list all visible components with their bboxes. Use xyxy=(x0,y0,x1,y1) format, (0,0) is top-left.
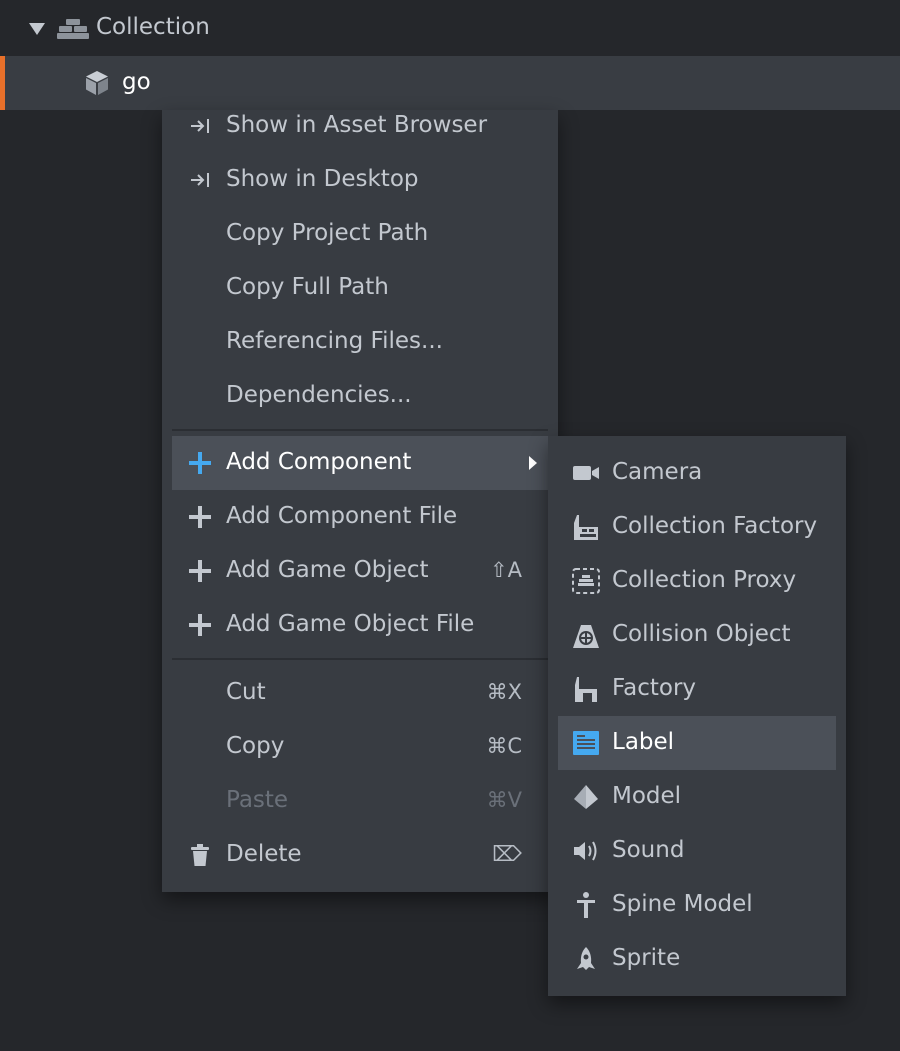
menu-item-label: Delete xyxy=(226,841,302,867)
submenu-item-label: Model xyxy=(612,783,682,809)
submenu-item-spine-model[interactable]: Spine Model xyxy=(558,878,836,932)
menu-item-label: Copy Full Path xyxy=(226,274,389,300)
shortcut-label: ⇧A xyxy=(490,558,522,582)
shortcut-label: ⌘X xyxy=(486,680,522,704)
menu-item-label: Add Game Object xyxy=(226,557,429,583)
submenu-item-factory[interactable]: Factory xyxy=(558,662,836,716)
factory-icon xyxy=(575,677,597,702)
submenu-item-label: Label xyxy=(612,729,675,755)
show-in-icon xyxy=(191,119,209,133)
menu-item-label: Copy xyxy=(226,733,285,759)
submenu-item-label-component[interactable]: Label xyxy=(558,716,836,770)
tree-item-label: go xyxy=(122,69,151,95)
show-in-icon xyxy=(191,173,209,187)
submenu-arrow-icon xyxy=(529,456,537,470)
submenu-item-collection-factory[interactable]: Collection Factory xyxy=(558,500,836,554)
menu-item-label: Add Component xyxy=(226,449,412,475)
menu-item-show-in-desktop[interactable]: Show in Desktop xyxy=(172,153,548,207)
menu-item-label: Cut xyxy=(226,679,266,705)
selection-accent xyxy=(0,56,5,110)
menu-item-label: Add Game Object File xyxy=(226,611,475,637)
submenu-item-collection-proxy[interactable]: Collection Proxy xyxy=(558,554,836,608)
submenu-item-sound[interactable]: Sound xyxy=(558,824,836,878)
add-component-submenu: Camera Collection Factory Collection Pro… xyxy=(548,436,846,996)
sound-icon xyxy=(574,841,597,861)
submenu-item-camera[interactable]: Camera xyxy=(558,446,836,500)
submenu-item-label: Sound xyxy=(612,837,685,863)
sprite-icon xyxy=(577,947,595,970)
menu-item-cut[interactable]: Cut ⌘X xyxy=(172,666,548,720)
menu-separator xyxy=(172,658,548,660)
plus-icon xyxy=(189,614,211,636)
menu-item-label: Show in Asset Browser xyxy=(226,112,488,138)
camera-icon xyxy=(573,466,599,480)
shortcut-label: ⌘C xyxy=(486,734,522,758)
tree-item-collection[interactable]: Collection xyxy=(0,0,900,56)
collection-icon xyxy=(57,19,89,39)
menu-item-label: Paste xyxy=(226,787,289,813)
spine-model-icon xyxy=(577,892,595,918)
plus-icon xyxy=(189,506,211,528)
menu-item-label: Add Component File xyxy=(226,503,458,529)
menu-item-paste: Paste ⌘V xyxy=(172,774,548,828)
menu-item-copy-full-path[interactable]: Copy Full Path xyxy=(172,261,548,315)
menu-item-copy[interactable]: Copy ⌘C xyxy=(172,720,548,774)
model-icon xyxy=(574,785,598,809)
submenu-item-label: Collection Proxy xyxy=(612,567,797,593)
submenu-item-label: Camera xyxy=(612,459,703,485)
tree-item-label: Collection xyxy=(96,14,210,40)
menu-separator xyxy=(172,429,548,431)
collection-proxy-icon xyxy=(572,568,600,594)
menu-item-label: Dependencies... xyxy=(226,382,412,408)
menu-item-add-component-file[interactable]: Add Component File xyxy=(172,490,548,544)
menu-item-label: Copy Project Path xyxy=(226,220,429,246)
menu-item-referencing-files[interactable]: Referencing Files... xyxy=(172,315,548,369)
context-menu: Show in Asset Browser Show in Desktop Co… xyxy=(162,110,558,892)
menu-item-delete[interactable]: Delete ⌦ xyxy=(172,828,548,882)
collision-object-icon xyxy=(573,625,599,648)
submenu-item-collision-object[interactable]: Collision Object xyxy=(558,608,836,662)
menu-item-label: Show in Desktop xyxy=(226,166,419,192)
submenu-item-label: Collection Factory xyxy=(612,513,818,539)
label-icon xyxy=(573,731,599,755)
plus-icon xyxy=(189,560,211,582)
menu-item-show-in-asset-browser[interactable]: Show in Asset Browser xyxy=(172,99,548,153)
submenu-item-model[interactable]: Model xyxy=(558,770,836,824)
menu-item-add-game-object-file[interactable]: Add Game Object File xyxy=(172,598,548,652)
submenu-item-label: Spine Model xyxy=(612,891,753,917)
menu-item-add-component[interactable]: Add Component xyxy=(172,436,548,490)
menu-item-copy-project-path[interactable]: Copy Project Path xyxy=(172,207,548,261)
menu-item-label: Referencing Files... xyxy=(226,328,443,354)
trash-icon xyxy=(191,844,209,866)
game-object-cube-icon xyxy=(86,71,108,95)
menu-item-dependencies[interactable]: Dependencies... xyxy=(172,369,548,423)
shortcut-label: ⌦ xyxy=(492,842,522,866)
menu-item-add-game-object[interactable]: Add Game Object ⇧A xyxy=(172,544,548,598)
submenu-item-label: Collision Object xyxy=(612,621,791,647)
submenu-item-label: Sprite xyxy=(612,945,681,971)
expand-arrow-icon[interactable] xyxy=(28,22,46,36)
shortcut-label: ⌘V xyxy=(486,788,522,812)
submenu-item-sprite[interactable]: Sprite xyxy=(558,932,836,986)
collection-factory-icon xyxy=(574,515,598,540)
plus-icon xyxy=(189,452,211,474)
submenu-item-label: Factory xyxy=(612,675,697,701)
